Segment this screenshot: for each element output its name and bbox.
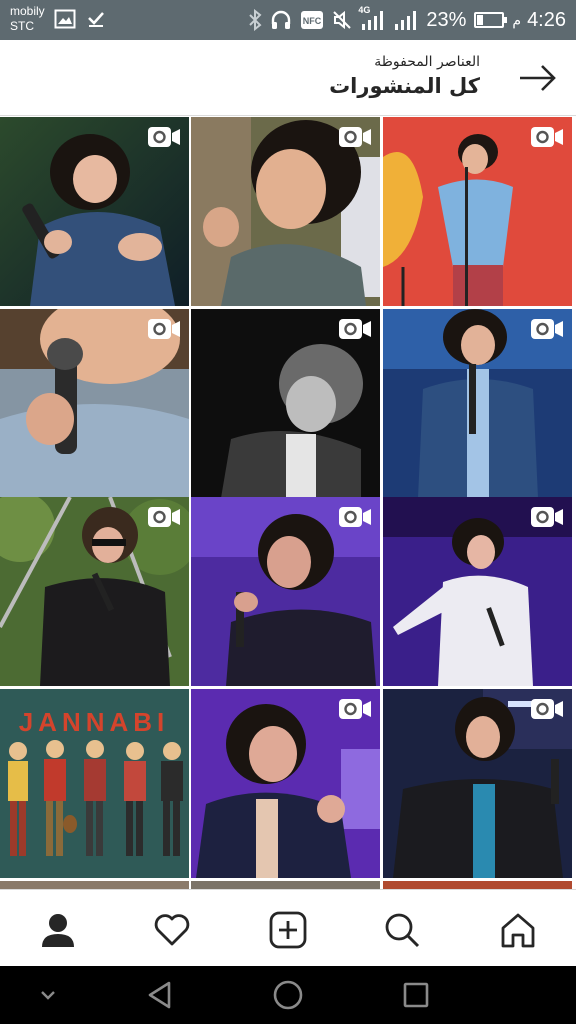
activity-tab[interactable] [150, 908, 194, 952]
chevron-down-icon [41, 991, 55, 1000]
post-tile-3[interactable] [383, 117, 572, 306]
system-home-button[interactable] [268, 978, 308, 1012]
post-tile-8[interactable] [191, 497, 380, 686]
clock: 4:26 [527, 8, 566, 31]
video-icon [339, 699, 371, 719]
signal-icon [394, 9, 418, 31]
header-subtitle: العناصر المحفوظة [374, 54, 480, 70]
post-tile-9[interactable] [383, 497, 572, 686]
profile-tab[interactable] [36, 908, 80, 952]
post-tile-2[interactable] [191, 117, 380, 306]
hide-nav-button[interactable] [28, 978, 68, 1012]
arrow-right-icon [520, 65, 556, 91]
post-tile-4[interactable] [0, 309, 189, 498]
bottom-navigation [0, 889, 576, 966]
check-icon [86, 9, 106, 29]
header-texts: العناصر المحفوظة كل المنشورات [329, 52, 480, 100]
post-tile-5[interactable] [191, 309, 380, 498]
battery-icon [474, 12, 508, 28]
carrier-line-1: mobily [10, 4, 45, 18]
new-post-tab[interactable] [266, 908, 310, 952]
search-tab[interactable] [380, 908, 424, 952]
nfc-icon: NFC [300, 10, 324, 30]
page-title: كل المنشورات [329, 74, 480, 98]
profile-icon [42, 914, 74, 947]
video-icon [148, 319, 180, 339]
system-recents-button[interactable] [396, 978, 436, 1012]
recents-square-icon [403, 982, 429, 1008]
video-icon [148, 507, 180, 527]
carrier-label: mobily STC [10, 4, 45, 34]
battery-percent: 23% [426, 8, 467, 31]
search-icon [385, 913, 420, 948]
post-tile-11[interactable] [191, 689, 380, 878]
back-button[interactable] [516, 58, 560, 98]
video-icon [339, 319, 371, 339]
home-circle-icon [273, 980, 303, 1010]
poster-title: JANNABI [19, 707, 170, 737]
video-icon [339, 507, 371, 527]
video-icon [531, 507, 563, 527]
post-tile-1[interactable] [0, 117, 189, 306]
system-back-button[interactable] [140, 978, 180, 1012]
video-icon [531, 319, 563, 339]
video-icon [148, 127, 180, 147]
add-post-icon [269, 911, 307, 949]
image-icon [54, 9, 76, 29]
carrier-line-2: STC [10, 19, 34, 33]
time-ampm: م [512, 11, 522, 28]
post-tile-10[interactable]: JANNABI [0, 689, 189, 878]
home-icon [501, 913, 535, 948]
post-tile-partial[interactable] [383, 881, 572, 889]
system-navigation-bar [0, 966, 576, 1024]
network-type: 4G [358, 5, 371, 15]
post-tile-partial[interactable] [191, 881, 380, 889]
headphones-icon [270, 10, 292, 30]
page-header: العناصر المحفوظة كل المنشورات [0, 40, 576, 116]
back-triangle-icon [148, 981, 171, 1009]
status-bar: mobily STC NFC 4G 23% م 4:26 [0, 0, 576, 40]
post-tile-7[interactable] [0, 497, 189, 686]
saved-posts-grid: JANNABI [0, 117, 576, 889]
post-tile-6[interactable] [383, 309, 572, 498]
home-tab[interactable] [496, 908, 540, 952]
video-icon [531, 699, 563, 719]
post-tile-partial[interactable] [0, 881, 189, 889]
signal-icon: 4G [358, 5, 386, 31]
post-tile-12[interactable] [383, 689, 572, 878]
bluetooth-icon [248, 9, 262, 31]
video-icon [531, 127, 563, 147]
svg-text:NFC: NFC [303, 16, 322, 26]
heart-icon [154, 914, 190, 946]
mute-icon [332, 10, 352, 30]
video-icon [339, 127, 371, 147]
